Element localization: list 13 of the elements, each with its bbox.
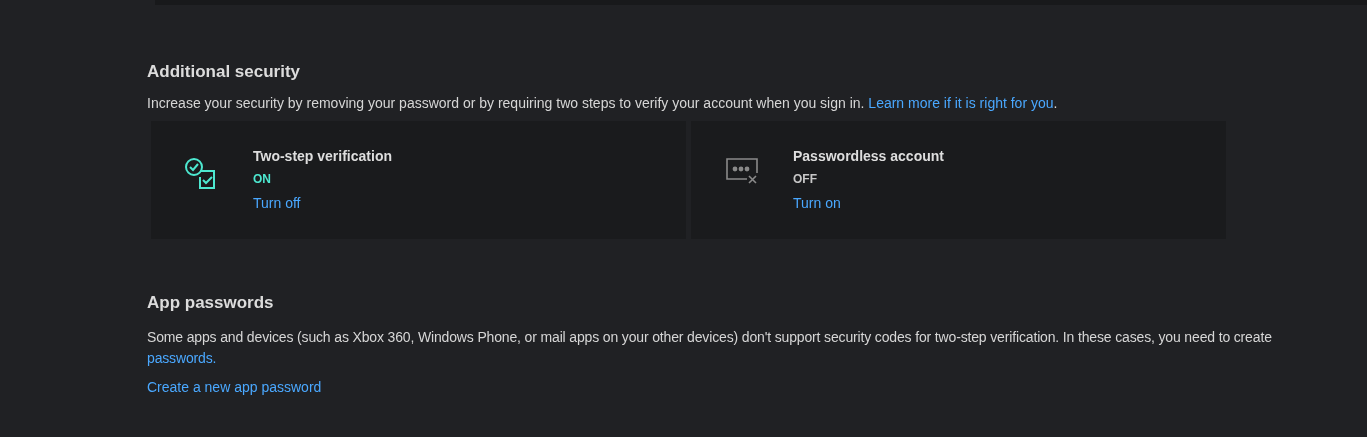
- toggle-link[interactable]: Turn on: [793, 195, 841, 211]
- option-title: Two-step verification: [253, 148, 392, 164]
- section-description: Some apps and devices (such as Xbox 360, Windows Phone, or mail apps on your other devices) don't support security codes for two-step verification. In these cases, you need to create passwords.: [147, 328, 1273, 368]
- option-status: ON: [253, 172, 271, 186]
- section-description: Increase your security by removing your password or by requiring two steps to verify your account when you sign in. Learn more if it is right for you.: [147, 95, 1059, 111]
- option-title: Passwordless account: [793, 148, 944, 164]
- section-heading: App passwords: [147, 293, 274, 313]
- section-heading: Additional security: [147, 62, 301, 82]
- option-status: OFF: [793, 172, 817, 186]
- learn-more-link[interactable]: Learn more if it is right for you: [868, 95, 1054, 111]
- create-password-link[interactable]: Create a new app password: [147, 379, 322, 395]
- toggle-link[interactable]: Turn off: [253, 195, 301, 211]
- passwords-link[interactable]: passwords.: [147, 350, 217, 366]
